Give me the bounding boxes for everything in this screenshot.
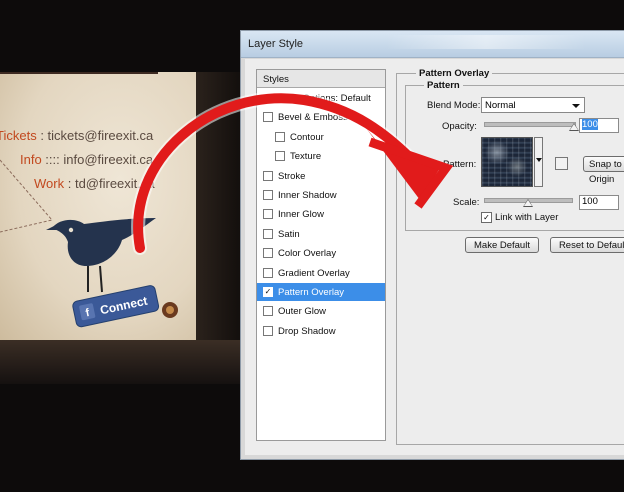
pattern-subgroup-title: Pattern	[424, 80, 463, 91]
pattern-overlay-title: Pattern Overlay	[416, 68, 493, 79]
opacity-value: 100	[582, 119, 598, 130]
opacity-slider-thumb[interactable]	[569, 123, 579, 131]
style-item-label: Satin	[278, 228, 300, 240]
pattern-picker-button[interactable]	[534, 137, 543, 187]
styles-header[interactable]: Styles	[257, 70, 385, 88]
screenshot-stage: Tickets : tickets@fireexit.ca Info :::: …	[0, 0, 624, 492]
grunge-splat-core	[166, 306, 174, 314]
make-default-button[interactable]: Make Default	[465, 237, 539, 253]
dialog-body: Styles Blending Options: Default Bevel & …	[245, 59, 624, 455]
style-item-label: Inner Shadow	[278, 190, 337, 201]
style-checkbox[interactable]	[263, 190, 273, 200]
chevron-down-icon	[536, 158, 542, 162]
blend-mode-label: Blend Mode:	[427, 100, 481, 111]
style-item-label: Bevel & Emboss	[278, 112, 348, 124]
styles-header-label: Styles	[263, 74, 289, 85]
blend-mode-value: Normal	[485, 100, 516, 111]
style-item-stroke[interactable]: Stroke	[257, 167, 385, 185]
new-preset-icon[interactable]	[555, 157, 568, 170]
style-item-color-overlay[interactable]: Color Overlay	[257, 244, 385, 262]
style-item-label: Drop Shadow	[278, 325, 336, 337]
style-checkbox[interactable]	[263, 306, 273, 317]
style-item-bevel-emboss[interactable]: Bevel & Emboss	[257, 108, 385, 126]
style-item-label: Pattern Overlay	[278, 287, 344, 298]
business-card-artwork: Tickets : tickets@fireexit.ca Info :::: …	[0, 72, 242, 384]
style-item-contour[interactable]: Contour	[257, 128, 385, 146]
style-item-blending-options-default[interactable]: Blending Options: Default	[257, 89, 385, 107]
style-item-label: Stroke	[278, 170, 306, 182]
style-item-gradient-overlay[interactable]: Gradient Overlay	[257, 264, 385, 282]
blend-mode-select[interactable]: Normal	[481, 97, 585, 113]
style-item-label: Gradient Overlay	[278, 267, 350, 279]
scale-label: Scale:	[453, 197, 480, 208]
titlebar-glass	[386, 35, 586, 49]
style-item-label: Contour	[290, 131, 324, 143]
style-checkbox[interactable]	[263, 325, 273, 336]
chevron-down-icon	[572, 104, 580, 108]
style-checkbox[interactable]	[263, 267, 273, 278]
pattern-swatch[interactable]	[481, 137, 533, 187]
bird-illustration	[46, 218, 156, 293]
style-item-outer-glow[interactable]: Outer Glow	[257, 302, 385, 320]
style-checkbox[interactable]: ✓	[263, 287, 273, 297]
style-item-pattern-overlay[interactable]: ✓ Pattern Overlay	[257, 283, 385, 301]
reset-to-default-button[interactable]: Reset to Default	[550, 237, 624, 253]
scale-slider-thumb[interactable]	[522, 199, 533, 207]
style-checkbox[interactable]	[263, 209, 273, 220]
layer-style-dialog: Layer Style Styles Blending Options: Def…	[240, 30, 624, 460]
opacity-input[interactable]: 100	[579, 118, 619, 133]
link-with-layer-label: Link with Layer	[495, 212, 559, 223]
dialog-title: Layer Style	[248, 38, 304, 50]
opacity-slider[interactable]	[484, 122, 576, 127]
style-item-label: Outer Glow	[278, 306, 327, 318]
style-item-drop-shadow[interactable]: Drop Shadow	[257, 322, 385, 340]
style-checkbox[interactable]	[275, 151, 285, 162]
card-illustration: f Connect	[0, 159, 178, 328]
style-item-satin[interactable]: Satin	[257, 225, 385, 243]
style-item-label: Texture	[290, 151, 322, 163]
style-checkbox[interactable]	[275, 131, 285, 142]
snap-to-origin-button[interactable]: Snap to Origin	[583, 156, 624, 185]
opacity-label: Opacity:	[442, 121, 477, 132]
styles-list: Styles Blending Options: Default Bevel & …	[256, 69, 386, 441]
link-with-layer-checkbox[interactable]: ✓	[481, 212, 492, 223]
checkmark-icon: ✓	[483, 213, 490, 222]
facebook-connect-tag: f Connect	[72, 285, 160, 328]
style-item-inner-glow[interactable]: Inner Glow	[257, 205, 385, 223]
style-checkbox[interactable]	[263, 112, 273, 123]
style-item-label: Color Overlay	[278, 248, 337, 260]
style-checkbox[interactable]	[263, 248, 273, 259]
style-item-texture[interactable]: Texture	[257, 147, 385, 165]
style-item-label: Blending Options: Default	[263, 93, 371, 104]
dashed-guide-line	[0, 159, 53, 233]
scale-value: 100	[582, 196, 598, 207]
scale-input[interactable]: 100	[579, 195, 619, 210]
style-checkbox[interactable]	[263, 228, 273, 239]
pattern-label: Pattern:	[443, 159, 477, 170]
style-item-inner-shadow[interactable]: Inner Shadow	[257, 186, 385, 204]
style-checkbox[interactable]	[263, 170, 273, 181]
style-item-label: Inner Glow	[278, 209, 324, 221]
dialog-titlebar[interactable]: Layer Style	[241, 31, 624, 58]
